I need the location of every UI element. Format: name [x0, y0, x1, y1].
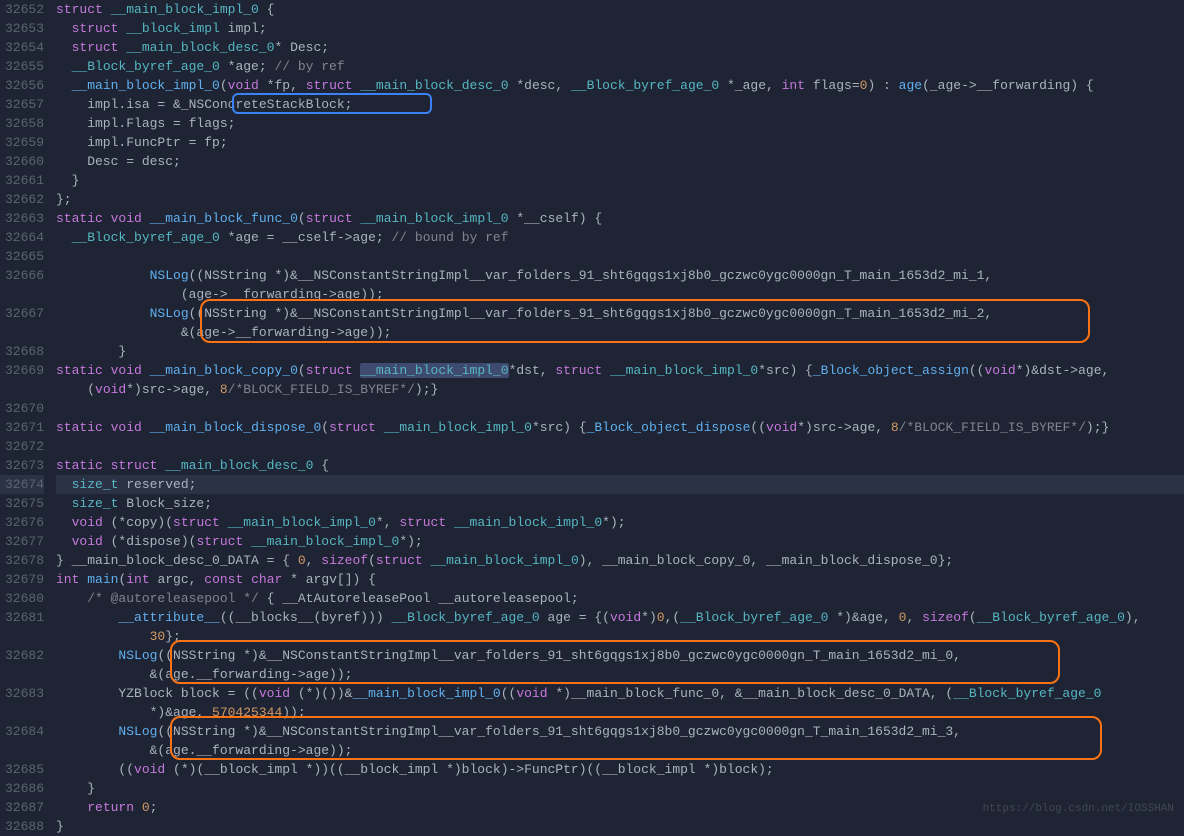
line-number: 32674: [0, 475, 44, 494]
watermark-text: https://blog.csdn.net/IOSSHAN: [983, 800, 1174, 819]
line-number: 32654: [0, 38, 44, 57]
line-number: 32664: [0, 228, 44, 247]
line-number: 32686: [0, 779, 44, 798]
code-line[interactable]: 30};: [56, 627, 1184, 646]
line-number: 32666: [0, 266, 44, 285]
code-editor[interactable]: 3265232653326543265532656326573265832659…: [0, 0, 1184, 825]
code-line[interactable]: struct __block_impl impl;: [56, 19, 1184, 38]
line-number: 32665: [0, 247, 44, 266]
line-number: [0, 627, 44, 646]
code-line[interactable]: impl.isa = &_NSConcreteStackBlock;: [56, 95, 1184, 114]
line-number: 32675: [0, 494, 44, 513]
line-number: [0, 323, 44, 342]
code-line[interactable]: Desc = desc;: [56, 152, 1184, 171]
line-number: 32655: [0, 57, 44, 76]
line-number: 32688: [0, 817, 44, 836]
line-number: 32657: [0, 95, 44, 114]
line-number: 32671: [0, 418, 44, 437]
code-line[interactable]: __attribute__((__blocks__(byref))) __Blo…: [56, 608, 1184, 627]
code-line[interactable]: }: [56, 779, 1184, 798]
code-line[interactable]: &(age.__forwarding->age));: [56, 741, 1184, 760]
line-number: 32684: [0, 722, 44, 741]
line-number: 32652: [0, 0, 44, 19]
code-line[interactable]: static void __main_block_copy_0(struct _…: [56, 361, 1184, 380]
line-number: 32680: [0, 589, 44, 608]
line-number: [0, 703, 44, 722]
code-line[interactable]: static void __main_block_dispose_0(struc…: [56, 418, 1184, 437]
code-line[interactable]: void (*dispose)(struct __main_block_impl…: [56, 532, 1184, 551]
line-number: 32679: [0, 570, 44, 589]
line-number: 32658: [0, 114, 44, 133]
line-number: 32662: [0, 190, 44, 209]
code-line[interactable]: int main(int argc, const char * argv[]) …: [56, 570, 1184, 589]
line-number: 32681: [0, 608, 44, 627]
line-number: 32683: [0, 684, 44, 703]
line-number: [0, 665, 44, 684]
line-number: 32669: [0, 361, 44, 380]
line-number: 32685: [0, 760, 44, 779]
code-line[interactable]: [56, 437, 1184, 456]
code-line[interactable]: static struct __main_block_desc_0 {: [56, 456, 1184, 475]
code-line[interactable]: }: [56, 817, 1184, 836]
line-number: 32682: [0, 646, 44, 665]
line-number: 32677: [0, 532, 44, 551]
line-number: 32653: [0, 19, 44, 38]
code-line[interactable]: struct __main_block_desc_0* Desc;: [56, 38, 1184, 57]
code-line[interactable]: __Block_byref_age_0 *age; // by ref: [56, 57, 1184, 76]
code-line[interactable]: &(age.__forwarding->age));: [56, 665, 1184, 684]
code-line[interactable]: [56, 247, 1184, 266]
line-number: 32668: [0, 342, 44, 361]
code-line[interactable]: size_t reserved;: [56, 475, 1184, 494]
line-number: 32661: [0, 171, 44, 190]
line-number: 32659: [0, 133, 44, 152]
line-number: 32676: [0, 513, 44, 532]
code-line[interactable]: impl.FuncPtr = fp;: [56, 133, 1184, 152]
line-number: 32656: [0, 76, 44, 95]
code-line[interactable]: } __main_block_desc_0_DATA = { 0, sizeof…: [56, 551, 1184, 570]
code-line[interactable]: }: [56, 342, 1184, 361]
line-number: 32673: [0, 456, 44, 475]
code-line[interactable]: ((void (*)(__block_impl *))((__block_imp…: [56, 760, 1184, 779]
code-line[interactable]: &(age->__forwarding->age));: [56, 323, 1184, 342]
code-line[interactable]: YZBlock block = ((void (*)())&__main_blo…: [56, 684, 1184, 703]
code-line[interactable]: static void __main_block_func_0(struct _…: [56, 209, 1184, 228]
line-number: 32670: [0, 399, 44, 418]
line-number: 32660: [0, 152, 44, 171]
code-line[interactable]: NSLog((NSString *)&__NSConstantStringImp…: [56, 266, 1184, 285]
code-line[interactable]: void (*copy)(struct __main_block_impl_0*…: [56, 513, 1184, 532]
line-number: 32672: [0, 437, 44, 456]
code-line[interactable]: size_t Block_size;: [56, 494, 1184, 513]
line-number: 32663: [0, 209, 44, 228]
code-line[interactable]: };: [56, 190, 1184, 209]
line-number-gutter: 3265232653326543265532656326573265832659…: [0, 0, 56, 825]
code-line[interactable]: }: [56, 171, 1184, 190]
line-number: 32678: [0, 551, 44, 570]
code-line[interactable]: *)&age, 570425344));: [56, 703, 1184, 722]
code-line[interactable]: impl.Flags = flags;: [56, 114, 1184, 133]
code-line[interactable]: NSLog((NSString *)&__NSConstantStringImp…: [56, 722, 1184, 741]
line-number: [0, 741, 44, 760]
line-number: 32667: [0, 304, 44, 323]
line-number: [0, 380, 44, 399]
code-line[interactable]: (age->__forwarding->age));: [56, 285, 1184, 304]
code-line[interactable]: /* @autoreleasepool */ { __AtAutorelease…: [56, 589, 1184, 608]
line-number: 32687: [0, 798, 44, 817]
code-line[interactable]: (void*)src->age, 8/*BLOCK_FIELD_IS_BYREF…: [56, 380, 1184, 399]
code-line[interactable]: [56, 399, 1184, 418]
code-line[interactable]: __Block_byref_age_0 *age = __cself->age;…: [56, 228, 1184, 247]
code-area[interactable]: struct __main_block_impl_0 { struct __bl…: [56, 0, 1184, 825]
code-line[interactable]: NSLog((NSString *)&__NSConstantStringImp…: [56, 646, 1184, 665]
code-line[interactable]: NSLog((NSString *)&__NSConstantStringImp…: [56, 304, 1184, 323]
line-number: [0, 285, 44, 304]
code-line[interactable]: __main_block_impl_0(void *fp, struct __m…: [56, 76, 1184, 95]
code-line[interactable]: struct __main_block_impl_0 {: [56, 0, 1184, 19]
